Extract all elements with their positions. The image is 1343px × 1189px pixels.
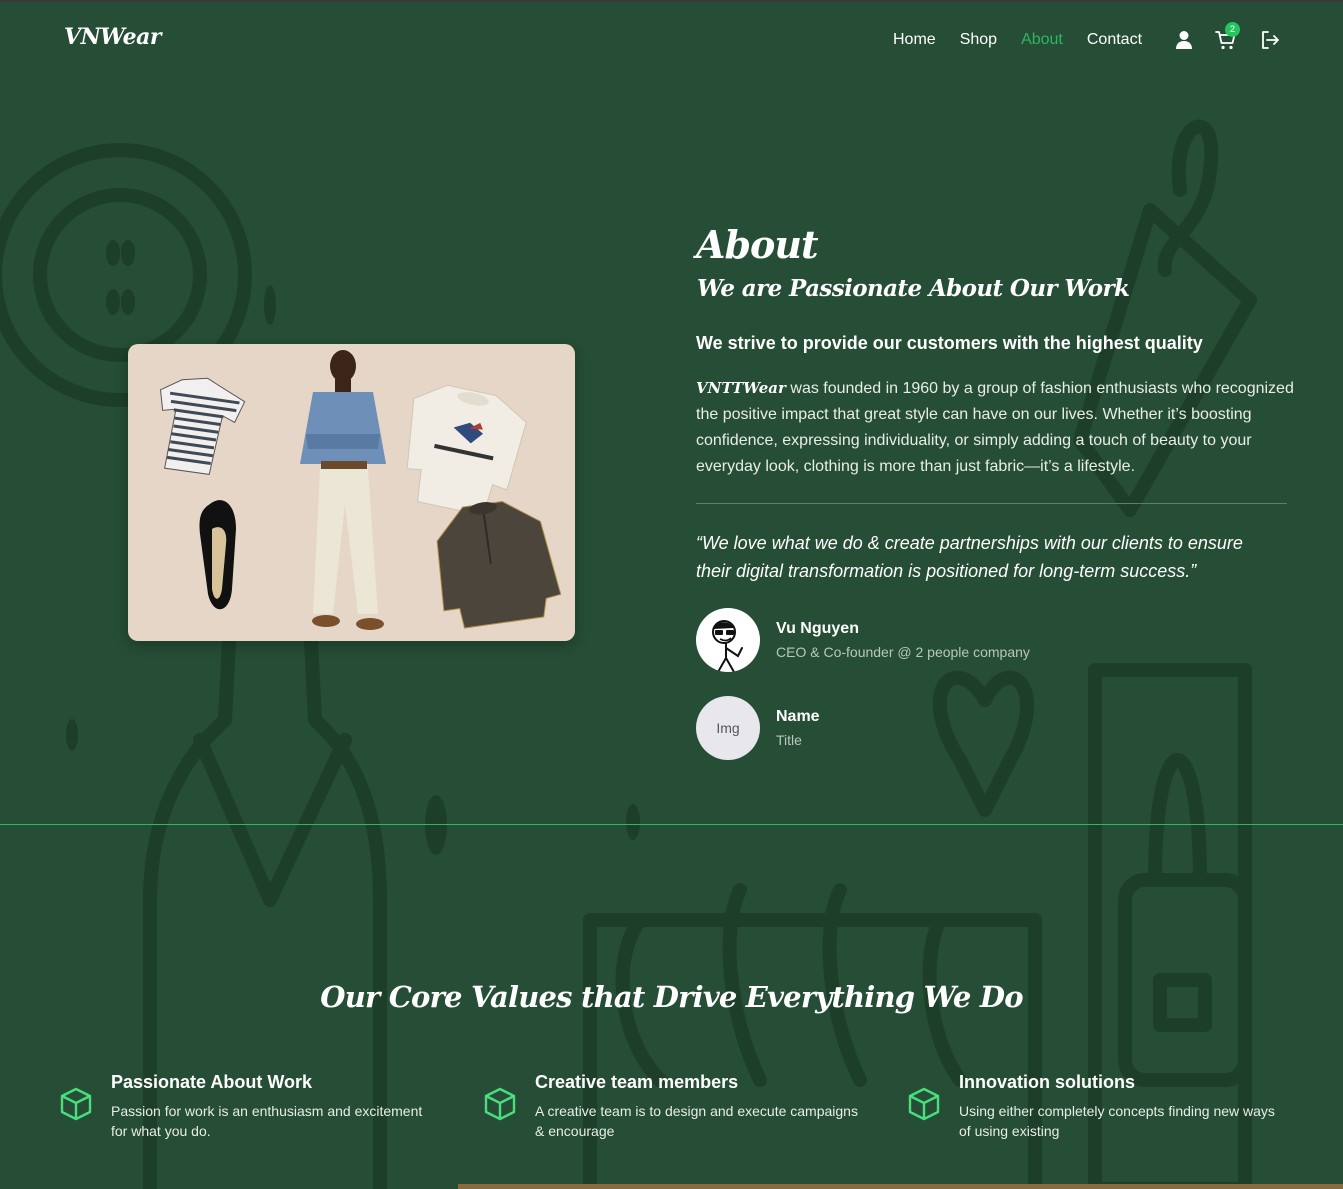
nav-contact[interactable]: Contact [1087,28,1142,52]
section-divider [0,824,1343,825]
nav-shop[interactable]: Shop [960,28,997,52]
person-title: Title [776,732,802,748]
logout-icon[interactable] [1258,28,1282,52]
value-title: Creative team members [535,1072,739,1092]
bottom-image-edge [458,1184,1343,1189]
about-tagline: We strive to provide our customers with … [696,333,1203,353]
about-quote: “We love what we do & create partnership… [696,533,1243,581]
cube-icon [484,1087,516,1121]
person-name: Vu Nguyen [776,620,859,637]
about-description: VNTTWear was founded in 1960 by a group … [696,375,1296,480]
jacket-image [436,501,562,629]
nav-about[interactable]: About [1021,28,1063,52]
value-title: Passionate About Work [111,1072,313,1092]
loafer-shoe-image [199,500,236,610]
core-values-title: Our Core Values that Drive Everything We… [320,980,1023,1014]
sweater-image [406,384,527,517]
about-divider [696,503,1287,504]
value-item-creative: Creative team members A creative team is… [482,1072,862,1152]
about-title: About [696,222,819,267]
team-member-placeholder: Img Name Title [696,696,1096,760]
cube-icon [60,1087,92,1121]
team-member-ceo: Vu Nguyen CEO & Co-founder @ 2 people co… [696,608,1096,672]
outfit-collage [159,350,562,630]
avatar [696,608,760,672]
value-item-passion: Passionate About Work Passion for work i… [58,1072,438,1152]
value-description: Using either completely concepts finding… [959,1103,1275,1139]
value-description: A creative team is to design and execute… [535,1103,858,1139]
cart-count-badge: 2 [1225,22,1240,37]
user-icon[interactable] [1172,28,1196,52]
about-subtitle: We are Passionate About Our Work [697,275,1130,302]
striped-tshirt-image [159,377,246,475]
main-nav: Home Shop About Contact [893,28,1166,52]
nav-home[interactable]: Home [893,28,936,52]
avatar-icon [712,620,743,672]
model-figure-image [300,350,386,630]
avatar-placeholder: Img [696,696,760,760]
person-title: CEO & Co-founder @ 2 people company [776,644,1030,660]
value-title: Innovation solutions [959,1072,1135,1092]
person-name: Name [776,708,820,725]
brand-name: VNTTWear [696,379,786,397]
description-text: was founded in 1960 by a group of fashio… [696,380,1294,475]
site-logo[interactable]: VNWear [64,24,161,50]
about-product-image [128,344,575,641]
cube-icon [908,1087,940,1121]
site-header: VNWear Home Shop About Contact 2 [0,0,1343,80]
value-item-innovation: Innovation solutions Using either comple… [906,1072,1286,1152]
value-description: Passion for work is an enthusiasm and ex… [111,1103,423,1139]
